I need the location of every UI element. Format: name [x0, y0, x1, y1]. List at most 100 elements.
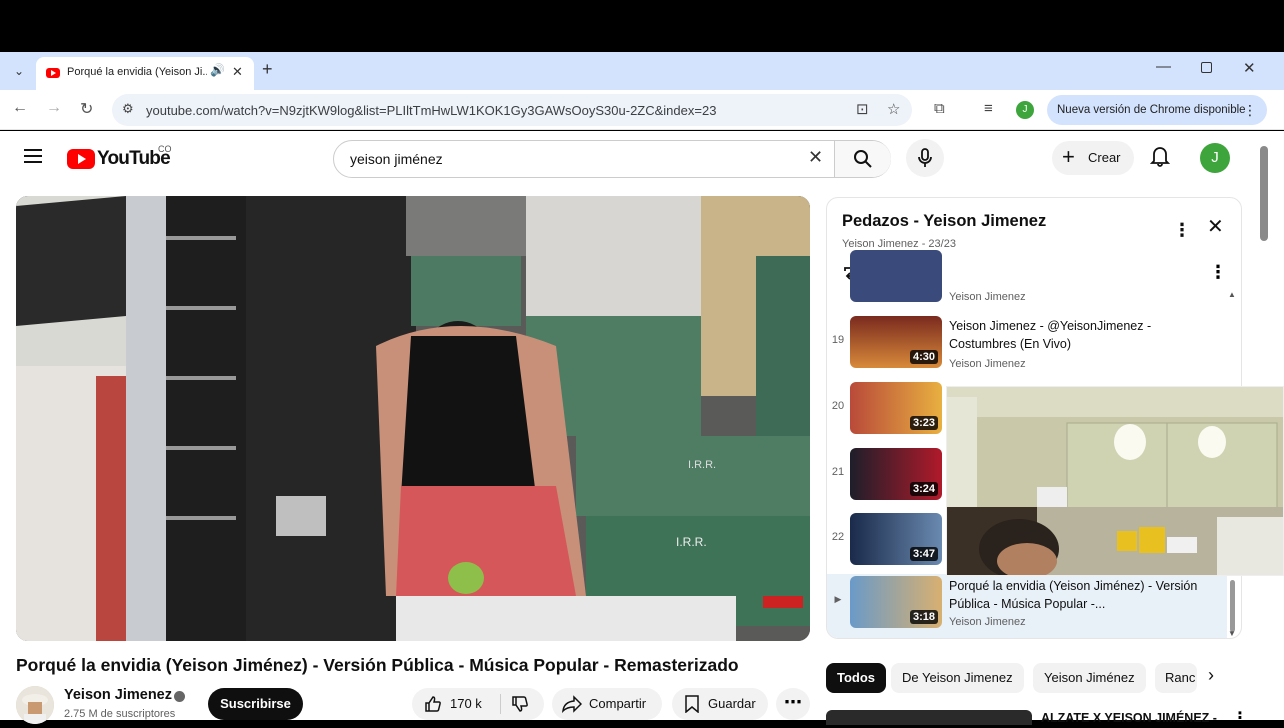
playlist-subtitle: Yeison Jimenez - 23/23: [842, 238, 956, 250]
browser-toolbar: ← → ↻ ⚙ youtube.com/watch?v=N9zjtKW9log&…: [0, 90, 1284, 130]
tab-title: Porqué la envidia (Yeison Ji...: [67, 66, 207, 78]
like-dislike-group: 170 k: [412, 688, 544, 720]
plus-icon: +: [1062, 144, 1075, 169]
recommendation-title[interactable]: ALZATE X YEISON JIMÉNEZ -: [1041, 711, 1217, 725]
bookmark-star-icon[interactable]: ☆: [887, 100, 900, 118]
browser-tab-active[interactable]: Porqué la envidia (Yeison Ji... 🔊 ✕: [36, 57, 254, 90]
chip-partial[interactable]: Ranc: [1155, 663, 1197, 693]
list-item-now-playing[interactable]: ▶ 3:18 Porqué la envidia (Yeison Jiménez…: [827, 574, 1227, 638]
webcam-feed: [947, 387, 1283, 575]
youtube-logo-icon[interactable]: [67, 149, 95, 169]
notifications-bell-icon[interactable]: [1150, 145, 1170, 167]
playlist-item-title: Yeison Jimenez - @YeisonJimenez - Costum…: [949, 319, 1152, 351]
video-player[interactable]: I.R.R. I.R.R.: [16, 196, 810, 641]
video-thumbnail: [850, 250, 942, 302]
playlist-item-channel: Yeison Jimenez: [949, 291, 1026, 303]
window-close-icon[interactable]: ✕: [1243, 59, 1256, 77]
playlist-item-index: 21: [831, 466, 845, 478]
list-item[interactable]: 19 4:30 Yeison Jimenez - @YeisonJimenez …: [827, 314, 1227, 380]
site-info-icon[interactable]: ⚙: [122, 101, 134, 117]
speaker-icon[interactable]: 🔊: [210, 63, 225, 77]
chevron-right-icon[interactable]: ›: [1208, 665, 1214, 686]
url-text[interactable]: youtube.com/watch?v=N9zjtKW9log&list=PLI…: [146, 103, 716, 118]
duration-badge: 3:24: [909, 482, 938, 496]
subscribe-button[interactable]: Suscribirse: [208, 688, 303, 720]
search-query[interactable]: yeison jiménez: [350, 151, 443, 167]
like-count: 170 k: [450, 696, 482, 711]
subscriber-count: 2.75 M de suscriptores: [64, 708, 176, 720]
playlist-item-index: 19: [831, 334, 845, 346]
scroll-down-icon[interactable]: ▼: [1228, 629, 1236, 638]
recommendation-more-icon[interactable]: ⋮: [1232, 708, 1248, 728]
channel-name[interactable]: Yeison Jimenez: [64, 687, 172, 703]
restore-icon[interactable]: [1201, 62, 1212, 73]
more-actions-icon[interactable]: ⋯: [776, 688, 810, 720]
like-button[interactable]: 170 k: [412, 688, 500, 720]
install-app-icon[interactable]: ⊡: [856, 100, 869, 118]
share-label: Compartir: [589, 696, 647, 711]
browser-tabstrip: ⌄ Porqué la envidia (Yeison Ji... 🔊 ✕ + …: [0, 52, 1284, 90]
playlist-options-icon[interactable]: ⋮: [1209, 262, 1227, 283]
video-thumbnail: 4:30: [850, 316, 942, 368]
now-playing-icon: ▶: [834, 594, 842, 604]
video-thumbnail: 3:24: [850, 448, 942, 500]
verified-badge-icon: [174, 691, 185, 702]
clear-search-icon[interactable]: ✕: [808, 147, 823, 168]
duration-badge: 3:47: [909, 547, 938, 561]
update-label: Nueva versión de Chrome disponible: [1057, 104, 1246, 116]
tab-search-chevron-icon[interactable]: ⌄: [8, 60, 30, 82]
thumbs-down-icon: [512, 696, 528, 712]
create-label: Crear: [1088, 150, 1121, 165]
new-tab-icon[interactable]: +: [262, 59, 273, 80]
address-bar[interactable]: ⚙ youtube.com/watch?v=N9zjtKW9log&list=P…: [112, 94, 912, 126]
webcam-overlay: [946, 386, 1284, 576]
save-button[interactable]: Guardar: [672, 688, 768, 720]
playlist-scrollbar[interactable]: [1230, 580, 1235, 632]
share-button[interactable]: Compartir: [552, 688, 662, 720]
dislike-button[interactable]: [501, 688, 544, 720]
tab-close-icon[interactable]: ✕: [232, 64, 243, 80]
playlist-more-icon[interactable]: ⋮: [1173, 220, 1191, 241]
profile-avatar[interactable]: J: [1016, 101, 1034, 119]
chip-from-channel[interactable]: De Yeison Jimenez: [891, 663, 1024, 693]
more-vert-icon[interactable]: ⋮: [1243, 95, 1257, 125]
duration-badge: 3:18: [909, 610, 938, 624]
video-overlay-text-2: I.R.R.: [676, 535, 707, 549]
media-controls-icon[interactable]: ≡: [984, 100, 993, 117]
video-thumbnail: 3:47: [850, 513, 942, 565]
recommendation-thumbnail[interactable]: [826, 710, 1032, 725]
back-arrow-icon[interactable]: ←: [12, 99, 28, 117]
video-title: Porqué la envidia (Yeison Jiménez) - Ver…: [16, 655, 739, 675]
extensions-icon[interactable]: ⧉: [934, 100, 945, 117]
thumbs-up-icon: [425, 696, 441, 712]
channel-avatar[interactable]: [16, 686, 54, 724]
playlist-close-icon[interactable]: ✕: [1207, 214, 1224, 239]
chip-all[interactable]: Todos: [826, 663, 887, 693]
video-frame: I.R.R. I.R.R.: [16, 196, 810, 641]
search-button[interactable]: [834, 141, 891, 177]
scroll-up-icon[interactable]: ▲: [1228, 290, 1236, 299]
voice-search-button[interactable]: [906, 139, 944, 177]
page-scrollbar[interactable]: [1260, 146, 1268, 241]
create-button[interactable]: + Crear: [1052, 141, 1134, 175]
search-input[interactable]: yeison jiménez ✕: [333, 140, 891, 178]
playlist-item-channel: Yeison Jimenez: [949, 358, 1026, 370]
playlist-item-channel: Yeison Jimenez: [949, 616, 1026, 628]
playlist-title[interactable]: Pedazos - Yeison Jimenez: [842, 212, 1046, 231]
account-avatar[interactable]: J: [1200, 143, 1230, 173]
chip-yeison-jimenez[interactable]: Yeison Jiménez: [1033, 663, 1146, 693]
list-item[interactable]: Yeison Jimenez: [827, 250, 1227, 308]
forward-arrow-icon[interactable]: →: [46, 99, 62, 117]
video-thumbnail: 3:18: [850, 576, 942, 628]
reload-icon[interactable]: ↻: [80, 99, 93, 119]
minimize-icon[interactable]: —: [1156, 58, 1171, 75]
menu-icon[interactable]: [24, 149, 42, 163]
screen: ⌄ Porqué la envidia (Yeison Ji... 🔊 ✕ + …: [0, 0, 1284, 727]
video-thumbnail: 3:23: [850, 382, 942, 434]
chrome-update-button[interactable]: Nueva versión de Chrome disponible ⋮: [1047, 95, 1267, 125]
bookmark-icon: [685, 695, 699, 713]
video-overlay-text-1: I.R.R.: [688, 459, 716, 471]
duration-badge: 3:23: [909, 416, 938, 430]
duration-badge: 4:30: [909, 350, 938, 364]
youtube-favicon-icon: [46, 68, 60, 78]
